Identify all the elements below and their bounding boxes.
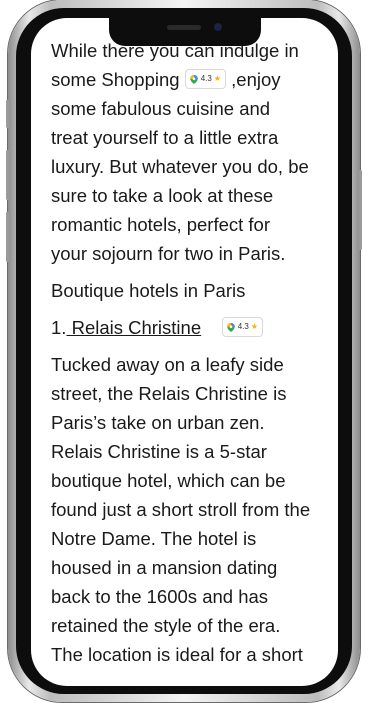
text-line: Paris’s take on urban zen. <box>51 412 265 433</box>
rating-value: 4.3 <box>200 74 212 84</box>
text-line: back to the 1600s and has <box>51 586 269 607</box>
rating-value: 4.3 <box>237 322 249 332</box>
text-line: retained the style of the era. <box>51 615 281 636</box>
text-line: Relais Christine is a 5-star <box>51 441 267 462</box>
volume-down-button <box>6 212 9 262</box>
text-line: treat yourself to a little extra <box>51 127 279 148</box>
article-body: While there you can indulge in some Shop… <box>51 36 338 669</box>
volume-up-button <box>6 150 9 200</box>
intro-paragraph: While there you can indulge in some Shop… <box>51 36 338 268</box>
map-pin-icon <box>226 322 235 332</box>
shopping-rating-badge[interactable]: 4.3 ★ <box>184 69 226 90</box>
star-icon: ★ <box>213 74 221 84</box>
text-line: luxury. But whatever you do, be <box>51 156 309 177</box>
section-heading: Boutique hotels in Paris <box>51 280 246 301</box>
enjoy-text: ,enjoy <box>231 69 281 90</box>
text-line: housed in a mansion dating <box>51 557 278 578</box>
star-icon: ★ <box>250 322 258 332</box>
text-line: The location is ideal for a short <box>51 644 303 665</box>
text-line: boutique hotel, which can be <box>51 470 286 491</box>
notch <box>109 18 261 46</box>
hotel-item-heading: 1. Relais Christine 4.3 ★ <box>51 313 338 342</box>
relais-christine-link[interactable]: Relais Christine <box>66 317 202 338</box>
text-line: found just a short stroll from the <box>51 499 311 520</box>
shopping-text: some Shopping <box>51 69 180 90</box>
item-number: 1. <box>51 317 67 338</box>
speaker-grille <box>167 25 201 30</box>
text-line: street, the Relais Christine is <box>51 383 287 404</box>
text-line: Tucked away on a leafy side <box>51 354 284 375</box>
text-line: sure to take a look at these <box>51 185 274 206</box>
text-line: some Shopping 4.3 ★ ,enjoy <box>51 65 338 94</box>
text-line: your sojourn for two in Paris. <box>51 243 286 264</box>
text-line: some fabulous cuisine and <box>51 98 271 119</box>
text-line: romantic hotels, perfect for <box>51 214 271 235</box>
text-line: Notre Dame. The hotel is <box>51 528 257 549</box>
map-pin-icon <box>189 74 198 84</box>
hotel-rating-badge[interactable]: 4.3 ★ <box>221 317 263 338</box>
mute-switch <box>6 100 9 128</box>
phone-screen[interactable]: While there you can indulge in some Shop… <box>31 18 338 686</box>
hotel-description: Tucked away on a leafy side street, the … <box>51 350 338 669</box>
power-button <box>359 170 362 250</box>
front-camera-icon <box>214 23 222 31</box>
